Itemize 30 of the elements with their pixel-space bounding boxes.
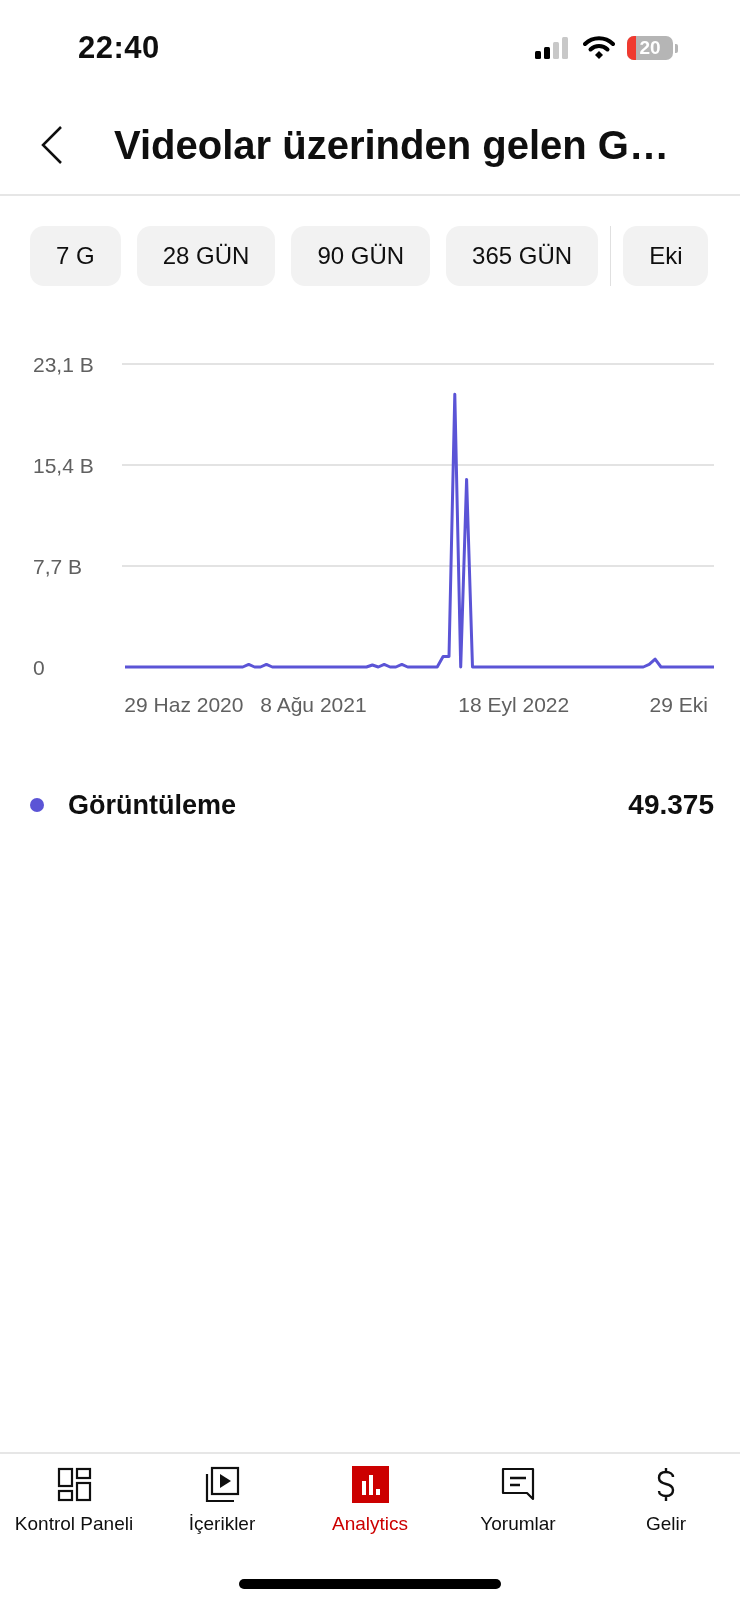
axis-label: 29 Eki xyxy=(649,693,708,716)
signal-icon xyxy=(535,37,571,59)
axis-label: 23,1 B xyxy=(33,353,94,376)
nav-tab[interactable]: Analytics xyxy=(296,1466,444,1535)
axis-label: 8 Ağu 2021 xyxy=(260,693,367,716)
page-title: Videolar üzerinden gelen G… xyxy=(114,122,669,168)
back-button[interactable] xyxy=(40,125,64,165)
period-chip[interactable]: 28 GÜN xyxy=(136,226,276,286)
period-chip[interactable]: 365 GÜN xyxy=(446,226,599,286)
video-library-icon xyxy=(203,1466,241,1503)
bar-chart-icon xyxy=(351,1466,389,1503)
period-chip[interactable]: Eki xyxy=(623,226,709,286)
axis-label: 7,7 B xyxy=(33,555,83,578)
dashboard-icon xyxy=(55,1466,93,1503)
axis-label: 29 Haz 2020 xyxy=(124,693,244,716)
legend-label: Görüntüleme xyxy=(68,789,237,821)
axis-label: 0 xyxy=(33,656,45,679)
axis-label: 15,4 B xyxy=(33,454,94,477)
nav-tab[interactable]: Gelir xyxy=(592,1466,740,1535)
legend-value: 49.375 xyxy=(628,789,714,821)
clock-time: 22:40 xyxy=(78,30,161,66)
period-chip[interactable]: 7 G xyxy=(30,226,121,286)
nav-tab[interactable]: Yorumlar xyxy=(444,1466,592,1535)
nav-tab[interactable]: İçerikler xyxy=(148,1466,296,1535)
period-chip[interactable]: 90 GÜN xyxy=(291,226,431,286)
battery-icon: 20 xyxy=(627,36,673,60)
nav-tab[interactable]: Kontrol Paneli xyxy=(0,1466,148,1535)
wifi-icon xyxy=(583,36,615,60)
axis-label: 18 Eyl 2022 xyxy=(458,693,570,716)
comment-icon xyxy=(499,1466,537,1503)
